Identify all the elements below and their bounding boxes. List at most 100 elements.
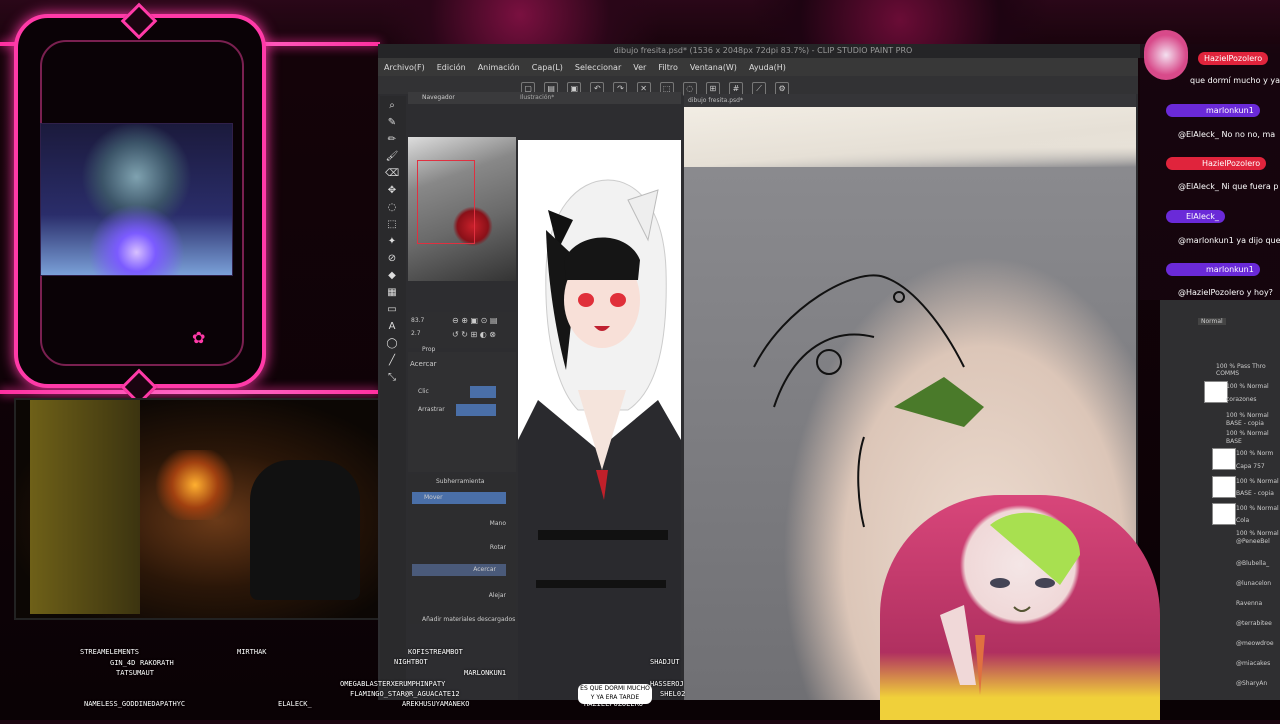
chat-message: que dormí mucho y ya: [1190, 76, 1280, 85]
menu-ver[interactable]: Ver: [627, 63, 652, 72]
subtool-move[interactable]: Mover: [412, 492, 506, 504]
viewer-name: MIRTHAK: [237, 648, 267, 656]
layer-row[interactable]: BASE: [1226, 438, 1242, 445]
flower-icon: ✿: [192, 328, 206, 347]
layer-row[interactable]: @lunacelon: [1236, 580, 1271, 587]
webcam-person: [250, 460, 360, 600]
viewer-name: RAKORATH: [140, 659, 174, 667]
layer-row[interactable]: 100 % Normal: [1236, 530, 1279, 537]
chat-message: @ElAleck_ No no no, ma: [1178, 130, 1276, 139]
correct-tool-icon[interactable]: ⤡: [385, 371, 399, 385]
speech-bubble: ES QUE DORMI MUCHO Y YA ERA TARDE: [578, 684, 652, 704]
layer-thumbnail: [1212, 448, 1236, 470]
tool-title: Acercar: [410, 360, 437, 368]
canvas-tab[interactable]: dibujo fresita.psd*: [684, 94, 1136, 107]
layer-row[interactable]: 100 % Normal: [1236, 478, 1279, 485]
chat-message: @HazielPozolero y hoy?: [1178, 288, 1273, 297]
layer-thumbnail: [1212, 476, 1236, 498]
layer-row[interactable]: corazones: [1226, 396, 1257, 403]
subtool-header: Subherramienta: [436, 478, 485, 485]
layer-row[interactable]: @miacakes: [1236, 660, 1270, 667]
zoom-buttons-icon[interactable]: ⊖ ⊕ ▣ ⊙ ▤: [452, 316, 497, 325]
layer-row[interactable]: Ravenna: [1236, 600, 1262, 607]
viewer-name: NIGHTBOT: [394, 658, 428, 666]
viewer-name: TATSUMAUT: [116, 669, 154, 677]
subtool-zoom-in[interactable]: Acercar: [412, 564, 506, 576]
viewer-name: FLAMINGO_STAR@R_AGUACATE12: [350, 690, 460, 698]
layer-row[interactable]: @PeneeBel: [1236, 538, 1270, 545]
layer-row[interactable]: 100 % Norm: [1236, 450, 1273, 457]
lasso-tool-icon[interactable]: ◌: [385, 201, 399, 215]
fill-tool-icon[interactable]: ◆: [385, 269, 399, 283]
blend-mode-select[interactable]: Normal: [1198, 318, 1226, 325]
menu-filtro[interactable]: Filtro: [652, 63, 684, 72]
text-tool-icon[interactable]: A: [385, 320, 399, 334]
zoom-tool-icon[interactable]: ⌕: [385, 99, 399, 113]
menu-capa[interactable]: Capa(L): [526, 63, 569, 72]
layer-row[interactable]: 100 % Pass Thro: [1216, 363, 1266, 370]
viewer-name: SHADJUT: [650, 658, 680, 666]
navigator-view-frame[interactable]: [417, 160, 475, 244]
balloon-tool-icon[interactable]: ◯: [385, 337, 399, 351]
pencil-tool-icon[interactable]: ✏: [385, 133, 399, 147]
shape-tool-icon[interactable]: ▭: [385, 303, 399, 317]
rotate-buttons-icon[interactable]: ↺ ↻ ⊞ ◐ ⊗: [452, 330, 496, 339]
click-label: Clic: [418, 388, 429, 395]
navigator-header[interactable]: Navegador: [408, 92, 516, 104]
layer-row[interactable]: @meowdroe: [1236, 640, 1274, 647]
ruler-tool-icon[interactable]: ╱: [385, 354, 399, 368]
chat-username: HazielPozolero: [1166, 157, 1267, 170]
navigator-controls: 83.7 2.7 ⊖ ⊕ ▣ ⊙ ▤ ↺ ↻ ⊞ ◐ ⊗: [408, 312, 516, 348]
layer-row[interactable]: @terrabitee: [1236, 620, 1272, 627]
pen-tool-icon[interactable]: ✎: [385, 116, 399, 130]
illustration-tab[interactable]: Ilustración*: [516, 92, 681, 104]
layer-row[interactable]: 100 % Normal: [1226, 383, 1269, 390]
layer-row[interactable]: @Blubella_: [1236, 560, 1269, 567]
layer-row[interactable]: @SharyAn: [1236, 680, 1267, 687]
menu-seleccionar[interactable]: Seleccionar: [569, 63, 627, 72]
viewer-name: MARLONKUN1: [464, 669, 507, 677]
select-tool-icon[interactable]: ⬚: [385, 218, 399, 232]
viewer-name: NAMELESS_GODDINEDAPATHYC: [84, 700, 186, 708]
drag-option[interactable]: [456, 404, 496, 416]
viewer-name: ELALECK_: [278, 700, 312, 708]
zoom-value[interactable]: 83.7: [411, 317, 424, 324]
menu-edicion[interactable]: Edición: [431, 63, 472, 72]
angle-value[interactable]: 2.7: [411, 330, 421, 337]
subtool-zoom-out[interactable]: Alejar: [489, 592, 506, 599]
click-option[interactable]: [470, 386, 496, 398]
menu-animacion[interactable]: Animación: [472, 63, 526, 72]
layer-row[interactable]: BASE - copia: [1236, 490, 1274, 497]
layer-row[interactable]: COMMS: [1216, 370, 1239, 377]
layer-row[interactable]: 100 % Normal: [1226, 412, 1269, 419]
prop-header: Prop: [422, 346, 436, 353]
gradient-tool-icon[interactable]: ▦: [385, 286, 399, 300]
menu-archivo[interactable]: Archivo(F): [378, 63, 431, 72]
subtool-hand[interactable]: Mano: [490, 520, 506, 527]
chat-username: HazielPozolero: [1198, 52, 1269, 65]
layer-row[interactable]: BASE - copia: [1226, 420, 1264, 427]
brush-tool-icon[interactable]: 🖌: [385, 150, 399, 164]
subtool-rotate[interactable]: Rotar: [490, 544, 506, 551]
move-tool-icon[interactable]: ✥: [385, 184, 399, 198]
eraser-tool-icon[interactable]: ⌫: [385, 167, 399, 181]
chat-username: marlonkun1: [1166, 104, 1260, 117]
webcam-wall: [30, 400, 140, 614]
layer-row[interactable]: 100 % Normal: [1226, 430, 1269, 437]
neon-beam-mid: [0, 390, 380, 394]
tool-strip: ⌕ ✎ ✏ 🖌 ⌫ ✥ ◌ ⬚ ✦ ⊘ ◆ ▦ ▭ A ◯ ╱ ⤡: [380, 96, 406, 696]
viewer-name: GIN_4D: [110, 659, 136, 667]
viewer-name: SHEL02: [660, 690, 686, 698]
layer-thumbnail: [1212, 503, 1236, 525]
wand-tool-icon[interactable]: ✦: [385, 235, 399, 249]
layer-row[interactable]: Capa 757: [1236, 463, 1265, 470]
menu-ayuda[interactable]: Ayuda(H): [743, 63, 792, 72]
eyedropper-tool-icon[interactable]: ⊘: [385, 252, 399, 266]
tool-property-panel: Prop Acercar Clic Arrastrar: [408, 346, 516, 472]
menu-bar: Archivo(F) Edición Animación Capa(L) Sel…: [378, 58, 1138, 76]
layer-row[interactable]: Cola: [1236, 517, 1249, 524]
add-materials-link[interactable]: Añadir materiales descargados: [422, 616, 515, 623]
layer-row[interactable]: 100 % Normal: [1236, 505, 1279, 512]
menu-ventana[interactable]: Ventana(W): [684, 63, 743, 72]
vtuber-avatar-art: [518, 179, 681, 700]
